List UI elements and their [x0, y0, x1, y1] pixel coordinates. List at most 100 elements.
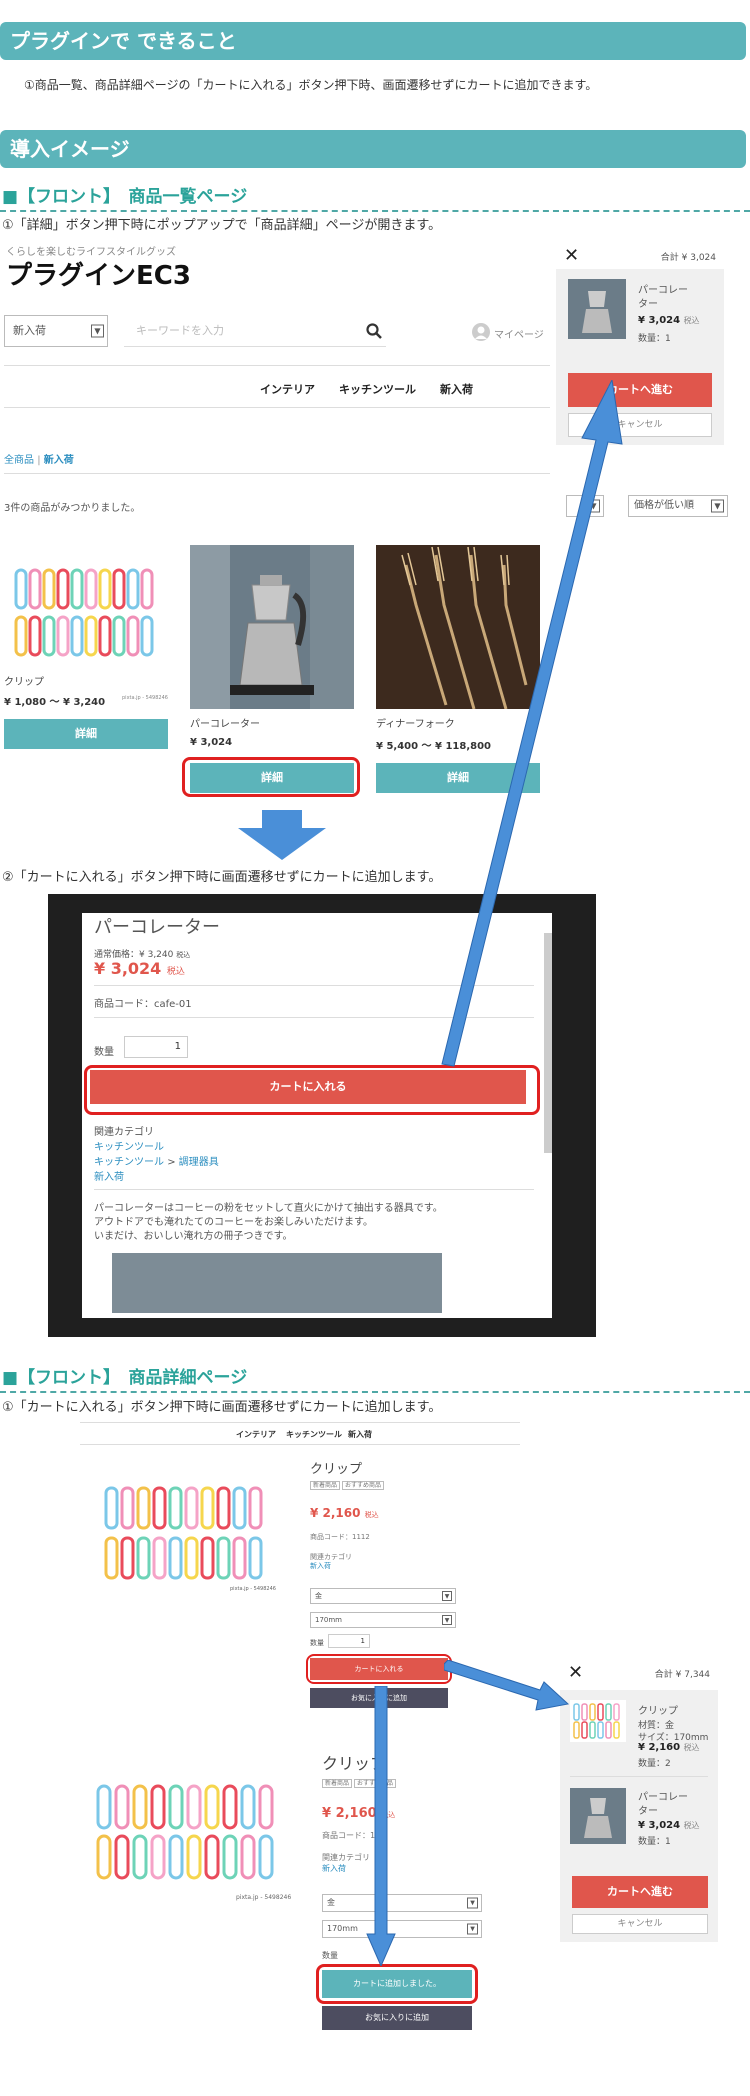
qty-input[interactable]: 1 [124, 1036, 188, 1058]
category-link[interactable]: 新入荷 [322, 1863, 346, 1874]
cancel-button[interactable]: キャンセル [572, 1914, 708, 1934]
percolator-thumb [570, 1788, 626, 1844]
image-credit: pixta.jp - 5498246 [230, 1586, 276, 1592]
down-flow-arrow-icon [366, 1686, 396, 1966]
category-link[interactable]: キッチンツール [94, 1157, 164, 1168]
category-link[interactable]: キッチンツール [94, 1138, 164, 1153]
qty-input[interactable]: 1 [328, 1634, 370, 1648]
section-band-features: プラグインで できること [0, 22, 746, 60]
size-select[interactable]: 170mm ▼ [310, 1612, 456, 1628]
divider [4, 365, 550, 366]
nav-interior[interactable]: インテリア [236, 1429, 276, 1440]
product-name[interactable]: クリップ [4, 673, 44, 688]
material-select-value: 金 [315, 1592, 322, 1600]
list-step1: ①「詳細」ボタン押下時にポップアップで「商品詳細」ページが開きます。 [2, 218, 442, 233]
result-count: 3件の商品がみつかりました。 [4, 503, 141, 514]
user-icon[interactable] [472, 323, 490, 341]
product-price: ¥ 3,024 [190, 737, 233, 748]
breadcrumb-current[interactable]: 新入荷 [44, 455, 74, 466]
size-select-value: 170mm [327, 1924, 358, 1933]
cart-item-qty: 数量：2 [638, 1759, 671, 1769]
nav-new-arrivals[interactable]: 新入荷 [348, 1429, 372, 1440]
list-section-title: ■【フロント】 商品一覧ページ [2, 187, 248, 207]
flow-arrow-icon [444, 1660, 570, 1711]
qty-label: 数量 [94, 1047, 114, 1058]
cart-total: 合計 ¥ 3,024 [660, 253, 716, 263]
mypage-link[interactable]: マイページ [494, 326, 544, 341]
tag-badge: 新着商品 [310, 1481, 341, 1490]
sort-select-value: 価格が低い順 [634, 500, 694, 511]
percolator-thumb [568, 279, 626, 339]
down-arrow-icon [238, 810, 326, 860]
cart-item-price-value: ¥ 3,024 [638, 315, 681, 326]
features-text: ①商品一覧、商品詳細ページの「カートに入れる」ボタン押下時、画面遷移せずにカート… [24, 78, 598, 92]
category-select[interactable]: 新入荷 ▼ [4, 315, 108, 347]
chevron-down-icon: ▼ [467, 1923, 478, 1935]
site-logo[interactable]: プラグインEC3 [6, 255, 191, 292]
nav-interior[interactable]: インテリア [260, 381, 315, 397]
sort-select[interactable]: 価格が低い順 ▼ [628, 495, 728, 517]
detail-price-value: ¥ 2,160 [310, 1506, 361, 1520]
material-select[interactable]: 金 ▼ [310, 1588, 456, 1604]
category-label: 関連カテゴリ [322, 1853, 370, 1862]
cart-item-name: パーコレー [638, 285, 688, 296]
product-tags: 新着商品 おすすめ商品 [310, 1480, 384, 1490]
cart-item-name: パーコレー [638, 1792, 688, 1803]
tax-label: 税込 [683, 1821, 700, 1830]
category-label: 関連カテゴリ [94, 1127, 154, 1138]
cart-item-qty: 数量：1 [638, 1837, 671, 1847]
cart-header: ✕ 合計 ¥ 3,024 [556, 243, 724, 269]
tax-label: 税込 [166, 967, 185, 977]
search-placeholder: キーワードを入力 [136, 324, 224, 337]
nav-kitchen-tools[interactable]: キッチンツール [286, 1429, 342, 1440]
detail-product-name: クリップ [310, 1462, 363, 1477]
cart-popup: ✕ 合計 ¥ 7,344 クリップ 材質：金 サイズ：170mm ¥ 2,160… [560, 1660, 718, 1942]
category-link[interactable]: 調理器具 [179, 1157, 219, 1168]
qty-label: 数量 [310, 1639, 324, 1647]
sale-price-value: ¥ 3,024 [94, 959, 162, 978]
size-select[interactable]: 170mm ▼ [322, 1920, 482, 1938]
category-link[interactable]: 新入荷 [94, 1168, 124, 1183]
percolator-image [190, 545, 354, 709]
divider [570, 1776, 708, 1777]
checkout-button[interactable]: カートへ進む [572, 1876, 708, 1908]
product-code-value: cafe-01 [154, 999, 192, 1010]
clip-thumb-image [573, 1703, 620, 1739]
close-icon[interactable]: ✕ [564, 245, 579, 266]
chevron-down-icon: ▼ [711, 499, 724, 513]
highlight-frame [182, 757, 360, 797]
cart-item-name-2: ター [638, 1806, 658, 1817]
cart-item-price: ¥ 3,024 税込 [638, 1820, 700, 1831]
detail-button[interactable]: 詳細 [4, 719, 168, 749]
sale-price: ¥ 3,024 税込 [94, 959, 185, 978]
clip-image [104, 1486, 263, 1580]
nav-kitchen-tools[interactable]: キッチンツール [339, 381, 416, 397]
list-step2: ②「カートに入れる」ボタン押下時に画面遷移せずにカートに追加します。 [2, 870, 442, 885]
cart-item-price: ¥ 3,024 税込 [638, 315, 700, 326]
chevron-down-icon: ▼ [442, 1615, 452, 1625]
divider [80, 1444, 520, 1445]
image-credit: pixta.jp - 5498246 [236, 1894, 292, 1901]
clip-thumb [570, 1700, 626, 1742]
highlight-frame [316, 1964, 478, 2004]
detail-price: ¥ 2,160 税込 [310, 1506, 379, 1520]
tax-label: 税込 [364, 1511, 379, 1519]
chevron-down-icon: ▼ [91, 324, 104, 338]
product-image-percolator[interactable] [190, 545, 354, 709]
search-icon[interactable] [366, 323, 382, 339]
category-path: キッチンツール > 調理器具 [94, 1153, 219, 1168]
search-input[interactable]: キーワードを入力 [124, 315, 386, 347]
product-name[interactable]: パーコレーター [190, 715, 260, 730]
tag-badge: 新着商品 [322, 1779, 353, 1788]
cart-item-price: ¥ 2,160 税込 [638, 1742, 700, 1753]
modal-product-title: パーコレーター [94, 917, 220, 938]
detail-code: 商品コード：1112 [310, 1533, 370, 1541]
material-select[interactable]: 金 ▼ [322, 1894, 482, 1912]
breadcrumb: 全商品 | 新入荷 [4, 451, 74, 466]
flow-arrow-icon [441, 380, 623, 1067]
breadcrumb-all[interactable]: 全商品 [4, 455, 34, 466]
product-description-image [112, 1253, 442, 1313]
divider [94, 1189, 534, 1190]
category-link[interactable]: 新入荷 [310, 1561, 331, 1571]
favorite-button[interactable]: お気に入りに追加 [322, 2006, 472, 2030]
